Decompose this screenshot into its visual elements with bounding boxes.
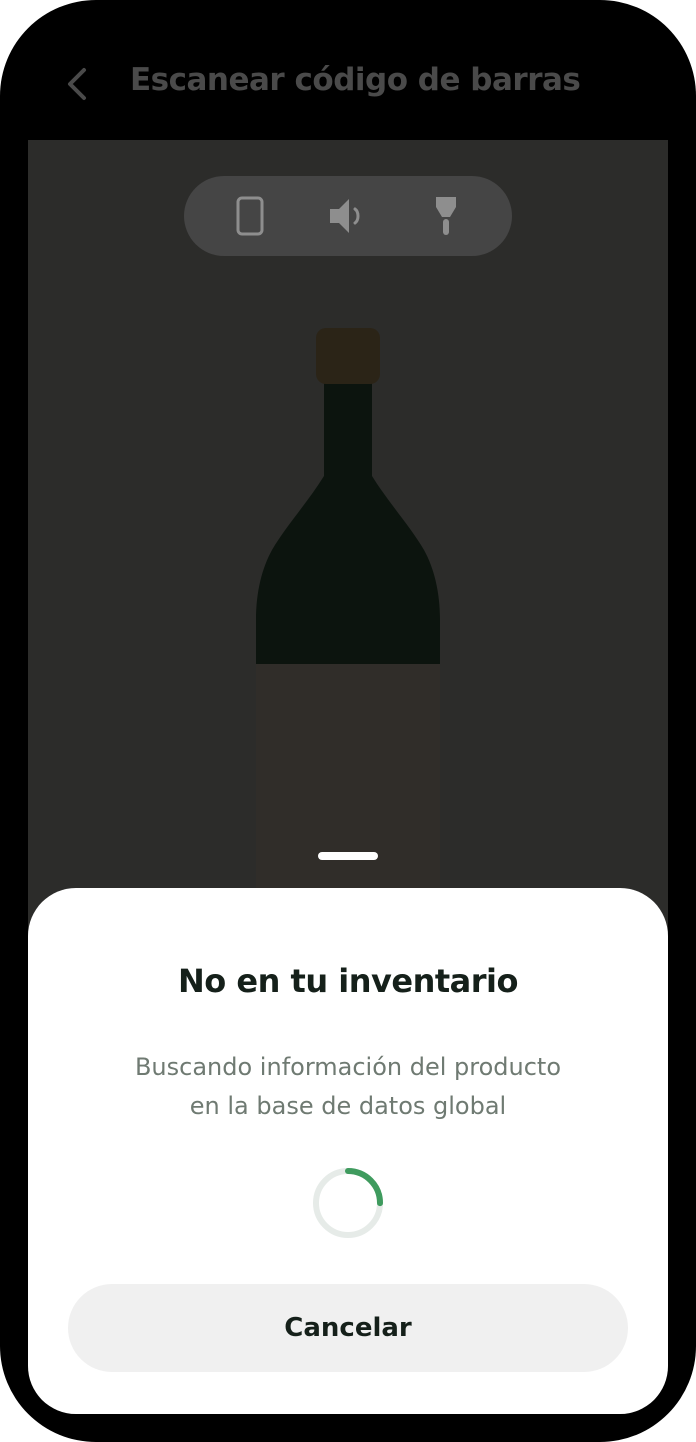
flashlight-toggle-button[interactable] xyxy=(422,192,470,240)
chevron-left-icon xyxy=(68,68,86,100)
cancel-button[interactable]: Cancelar xyxy=(68,1284,628,1372)
sheet-drag-handle[interactable] xyxy=(318,852,378,860)
app-header: Escanear código de barras xyxy=(0,0,696,140)
description-line-1: Buscando información del producto xyxy=(134,1053,562,1081)
phone-toggle-button[interactable] xyxy=(226,192,274,240)
description-line-2: en la base de datos global xyxy=(189,1092,507,1120)
camera-controls xyxy=(184,176,512,256)
sound-toggle-button[interactable] xyxy=(324,192,372,240)
page-title: Escanear código de barras xyxy=(130,62,581,98)
speaker-icon xyxy=(330,199,360,233)
result-bottom-sheet: No en tu inventario Buscando información… xyxy=(28,888,668,1414)
back-button[interactable] xyxy=(52,60,100,108)
sheet-title: No en tu inventario xyxy=(178,962,518,1000)
sheet-description: Buscando información del producto en la … xyxy=(88,1048,608,1126)
phone-icon xyxy=(236,196,264,236)
flashlight-icon xyxy=(436,197,456,235)
phone-frame: Escanear código de barras No en tu inven… xyxy=(0,0,696,1442)
loading-spinner xyxy=(313,1168,383,1238)
